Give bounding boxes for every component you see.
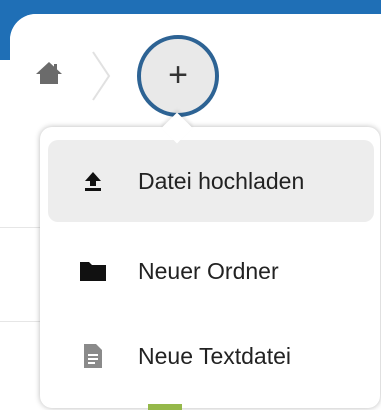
text-file-icon [84,344,102,368]
list-divider [0,321,44,322]
menu-item-label: Neuer Ordner [138,257,279,284]
background-row-accent [148,404,182,410]
menu-item-new-folder[interactable]: Neuer Ordner [48,230,374,312]
new-menu: Datei hochladen Neuer Ordner Neue Textda… [40,127,380,408]
menu-item-label: Datei hochladen [138,167,305,194]
menu-item-upload-file[interactable]: Datei hochladen [48,140,374,222]
new-button[interactable]: + [137,35,219,117]
home-icon [36,62,62,84]
breadcrumb-separator-icon [92,51,111,101]
upload-icon [85,172,101,191]
menu-item-new-text-file[interactable]: Neue Textdatei [48,315,374,397]
folder-icon [80,262,106,281]
plus-icon: + [168,55,188,94]
list-divider [0,227,44,228]
menu-item-label: Neue Textdatei [138,342,292,369]
breadcrumb-home[interactable] [32,60,66,86]
